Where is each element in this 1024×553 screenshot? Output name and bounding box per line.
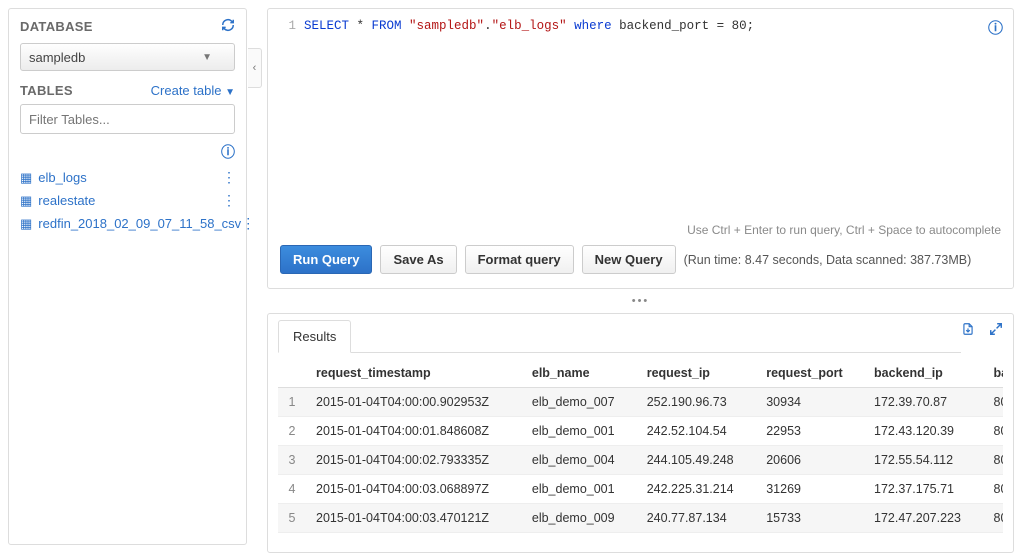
column-header: request_timestamp: [306, 359, 522, 388]
cell: elb_demo_001: [522, 417, 637, 446]
cell: 30934: [756, 388, 864, 417]
row-number: 3: [278, 446, 306, 475]
cell: 242.225.31.214: [637, 475, 757, 504]
cell: 2015-01-04T04:00:00.902953Z: [306, 388, 522, 417]
cell: 80: [984, 388, 1003, 417]
cell: 15733: [756, 504, 864, 533]
chevron-down-icon: ▼: [225, 87, 235, 98]
format-query-button[interactable]: Format query: [465, 245, 574, 274]
cell: 240.77.87.134: [637, 504, 757, 533]
column-header: elb_name: [522, 359, 637, 388]
info-icon[interactable]: ⓘ: [221, 142, 235, 162]
info-icon[interactable]: ⓘ: [988, 17, 1003, 38]
cell: 31269: [756, 475, 864, 504]
table-row: 22015-01-04T04:00:01.848608Zelb_demo_001…: [278, 417, 1003, 446]
column-header: request_port: [756, 359, 864, 388]
cell: elb_demo_007: [522, 388, 637, 417]
table-icon: ▦: [20, 216, 32, 232]
cell: 80: [984, 446, 1003, 475]
cell: 242.52.104.54: [637, 417, 757, 446]
results-table: request_timestampelb_namerequest_ipreque…: [278, 359, 1003, 533]
kebab-icon[interactable]: ⋮: [222, 169, 235, 186]
save-as-button[interactable]: Save As: [380, 245, 456, 274]
table-name[interactable]: redfin_2018_02_09_07_11_58_csv: [38, 216, 241, 231]
cell: 172.43.120.39: [864, 417, 984, 446]
cell: 252.190.96.73: [637, 388, 757, 417]
cell: 80: [984, 417, 1003, 446]
sql-editor[interactable]: 1 SELECT * FROM "sampledb"."elb_logs" wh…: [280, 19, 1001, 219]
table-item[interactable]: ▦ elb_logs ⋮: [20, 166, 235, 189]
cell: elb_demo_004: [522, 446, 637, 475]
cell: 172.47.207.223: [864, 504, 984, 533]
database-header: DATABASE: [20, 19, 93, 34]
resize-handle[interactable]: •••: [267, 295, 1014, 307]
cell: 172.39.70.87: [864, 388, 984, 417]
run-query-button[interactable]: Run Query: [280, 245, 372, 274]
run-metadata: (Run time: 8.47 seconds, Data scanned: 3…: [684, 253, 972, 267]
expand-icon[interactable]: [989, 322, 1003, 339]
row-number: 5: [278, 504, 306, 533]
line-number: 1: [288, 19, 296, 33]
table-item[interactable]: ▦ realestate ⋮: [20, 189, 235, 212]
cell: 20606: [756, 446, 864, 475]
download-icon[interactable]: [961, 322, 975, 339]
database-select[interactable]: sampledb ▼: [20, 43, 235, 71]
table-name[interactable]: realestate: [38, 193, 95, 208]
chevron-down-icon: ▼: [202, 52, 212, 63]
cell: 2015-01-04T04:00:03.068897Z: [306, 475, 522, 504]
cell: 244.105.49.248: [637, 446, 757, 475]
cell: 2015-01-04T04:00:03.470121Z: [306, 504, 522, 533]
new-query-button[interactable]: New Query: [582, 245, 676, 274]
cell: 80: [984, 504, 1003, 533]
create-table-label: Create table: [151, 83, 222, 98]
cell: 172.37.175.71: [864, 475, 984, 504]
table-name[interactable]: elb_logs: [38, 170, 86, 185]
column-header: backend_ip: [864, 359, 984, 388]
column-header: [278, 359, 306, 388]
column-header: request_ip: [637, 359, 757, 388]
cell: 2015-01-04T04:00:02.793335Z: [306, 446, 522, 475]
cell: 2015-01-04T04:00:01.848608Z: [306, 417, 522, 446]
table-row: 42015-01-04T04:00:03.068897Zelb_demo_001…: [278, 475, 1003, 504]
editor-hint: Use Ctrl + Enter to run query, Ctrl + Sp…: [280, 223, 1001, 237]
tables-header: TABLES: [20, 83, 73, 98]
tab-results[interactable]: Results: [278, 320, 351, 353]
cell: elb_demo_009: [522, 504, 637, 533]
table-icon: ▦: [20, 170, 32, 186]
refresh-icon[interactable]: [221, 18, 235, 35]
cell: 80: [984, 475, 1003, 504]
results-panel: Results request_timestampelb_namerequest…: [267, 313, 1014, 553]
database-selected-value: sampledb: [29, 50, 85, 65]
table-item[interactable]: ▦redfin_2018_02_09_07_11_58_csv⋮: [20, 212, 235, 235]
column-header: backend_port: [984, 359, 1003, 388]
row-number: 2: [278, 417, 306, 446]
cell: 22953: [756, 417, 864, 446]
chevron-left-icon: ‹: [253, 62, 257, 74]
table-row: 12015-01-04T04:00:00.902953Zelb_demo_007…: [278, 388, 1003, 417]
cell: elb_demo_001: [522, 475, 637, 504]
row-number: 4: [278, 475, 306, 504]
filter-tables-input[interactable]: [20, 104, 235, 134]
row-number: 1: [278, 388, 306, 417]
query-editor-panel: ⓘ 1 SELECT * FROM "sampledb"."elb_logs" …: [267, 8, 1014, 289]
collapse-sidebar-button[interactable]: ‹: [248, 48, 262, 88]
table-row: 32015-01-04T04:00:02.793335Zelb_demo_004…: [278, 446, 1003, 475]
table-row: 52015-01-04T04:00:03.470121Zelb_demo_009…: [278, 504, 1003, 533]
kebab-icon[interactable]: ⋮: [222, 192, 235, 209]
cell: 172.55.54.112: [864, 446, 984, 475]
table-icon: ▦: [20, 193, 32, 209]
create-table-link[interactable]: Create table ▼: [151, 83, 235, 98]
